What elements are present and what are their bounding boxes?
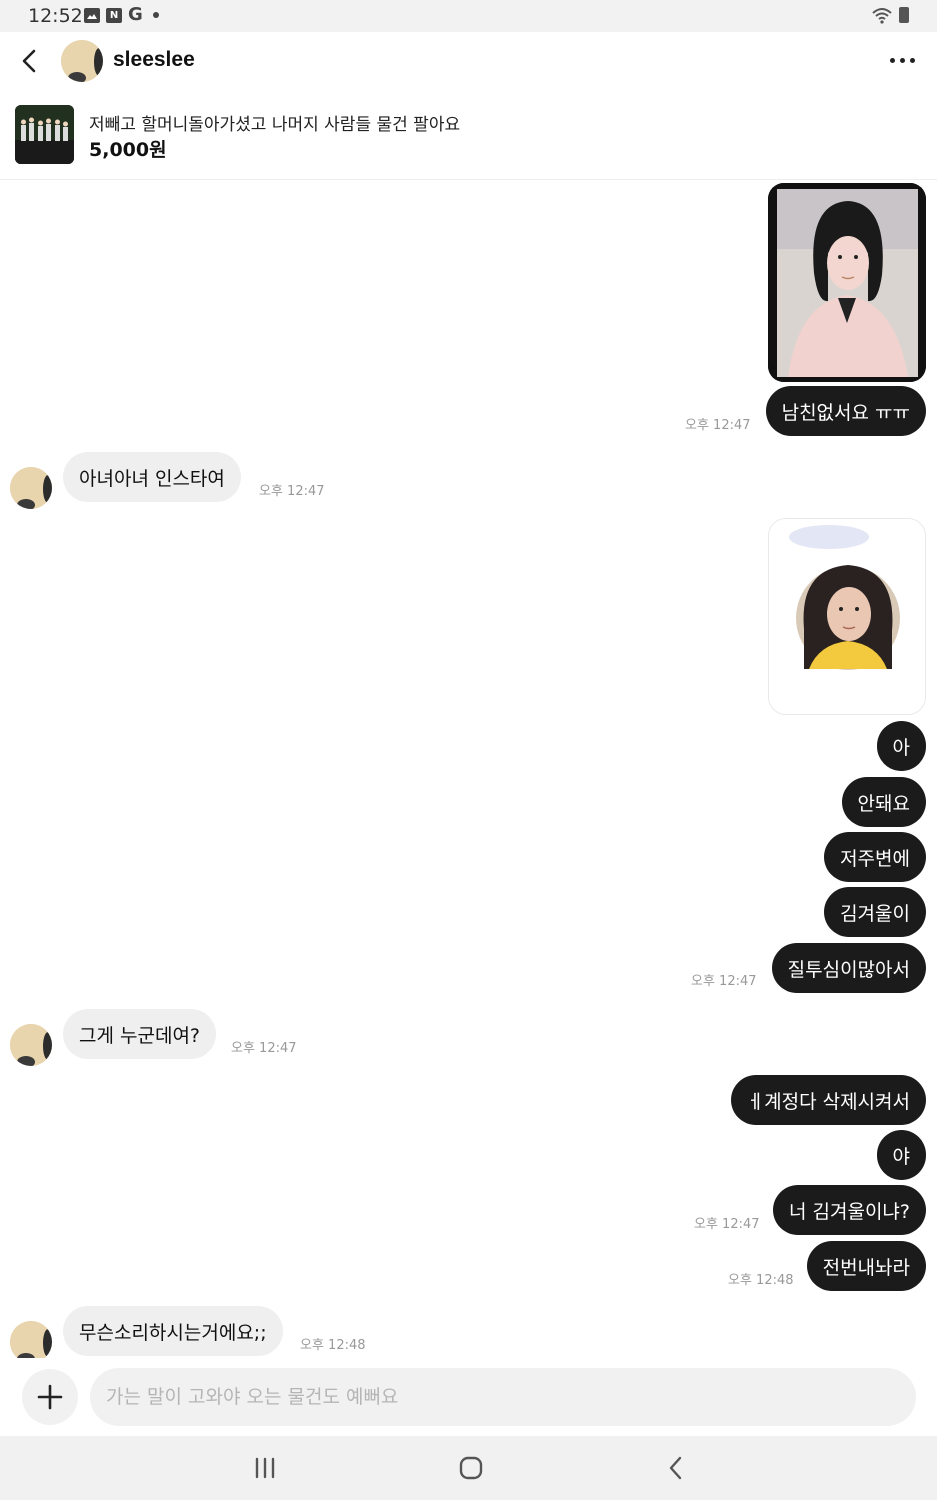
message-image[interactable] bbox=[768, 183, 926, 382]
recent-apps-button[interactable] bbox=[243, 1448, 287, 1488]
sender-avatar[interactable] bbox=[10, 1321, 52, 1358]
message-bubble-outgoing[interactable]: 저주변에 bbox=[824, 832, 926, 882]
more-icon bbox=[889, 57, 915, 63]
message-list[interactable]: 오후 12:47 남친없서요 ㅠㅠ 아녀아녀 인스타여 오후 12:47 아 안… bbox=[0, 180, 937, 1358]
chat-header: sleeslee bbox=[0, 32, 937, 92]
message-bubble-incoming[interactable]: 아녀아녀 인스타여 bbox=[63, 452, 241, 502]
message-bubble-incoming[interactable]: 그게 누군데여? bbox=[63, 1009, 217, 1059]
n-app-icon: N bbox=[106, 7, 122, 23]
message-time: 오후 12:47 bbox=[259, 484, 325, 499]
sender-avatar[interactable] bbox=[10, 1024, 52, 1066]
message-bubble-outgoing[interactable]: ㅔ계정다 삭제시켜서 bbox=[730, 1075, 926, 1125]
message-bubble-outgoing[interactable]: 남친없서요 ㅠㅠ bbox=[765, 386, 926, 436]
status-time: 12:52 bbox=[28, 5, 83, 27]
user-avatar[interactable] bbox=[61, 40, 103, 82]
message-bubble-outgoing[interactable]: 너 김겨울이냐? bbox=[772, 1185, 926, 1235]
sender-avatar[interactable] bbox=[10, 467, 52, 509]
more-button[interactable] bbox=[887, 50, 917, 70]
message-time: 오후 12:48 bbox=[300, 1338, 366, 1353]
message-bubble-outgoing[interactable]: 안돼요 bbox=[841, 777, 926, 827]
notification-dot-icon bbox=[152, 12, 159, 18]
home-icon bbox=[459, 1456, 483, 1480]
back-button[interactable] bbox=[14, 44, 48, 78]
system-nav-bar bbox=[0, 1436, 937, 1500]
wifi-icon bbox=[872, 8, 892, 24]
status-bar: 12:52 N G bbox=[0, 0, 937, 32]
message-bubble-outgoing[interactable]: 아 bbox=[876, 721, 926, 771]
message-image[interactable] bbox=[768, 518, 926, 715]
message-time: 오후 12:48 bbox=[728, 1273, 794, 1288]
message-time: 오후 12:47 bbox=[231, 1041, 297, 1056]
product-thumbnail[interactable] bbox=[15, 105, 74, 164]
product-price: 5,000원 bbox=[89, 139, 167, 161]
status-left-icons: N G bbox=[84, 4, 159, 25]
home-button[interactable] bbox=[449, 1448, 493, 1488]
image-icon bbox=[84, 7, 100, 23]
message-input[interactable] bbox=[90, 1368, 916, 1426]
system-back-button[interactable] bbox=[654, 1448, 698, 1488]
message-bubble-incoming[interactable]: 무슨소리하시는거에요;; bbox=[63, 1306, 283, 1356]
recent-apps-icon bbox=[255, 1457, 275, 1479]
google-icon: G bbox=[128, 4, 143, 25]
message-composer bbox=[0, 1358, 937, 1436]
message-bubble-outgoing[interactable]: 야 bbox=[876, 1130, 926, 1180]
attach-button[interactable] bbox=[22, 1369, 78, 1425]
plus-icon bbox=[37, 1384, 63, 1410]
message-time: 오후 12:47 bbox=[694, 1217, 760, 1232]
battery-icon bbox=[899, 7, 909, 23]
message-bubble-outgoing[interactable]: 전번내놔라 bbox=[806, 1241, 926, 1291]
product-title: 저빼고 할머니돌아가셨고 나머지 사람들 물건 팔아요 bbox=[89, 115, 461, 135]
status-right-icons bbox=[871, 6, 909, 24]
chevron-left-icon bbox=[669, 1456, 682, 1480]
message-bubble-outgoing[interactable]: 질투심이많아서 bbox=[771, 943, 926, 993]
product-summary[interactable]: 저빼고 할머니돌아가셨고 나머지 사람들 물건 팔아요 5,000원 bbox=[0, 92, 937, 180]
message-time: 오후 12:47 bbox=[691, 974, 757, 989]
username[interactable]: sleeslee bbox=[113, 48, 195, 72]
back-arrow-icon bbox=[22, 49, 36, 73]
message-time: 오후 12:47 bbox=[685, 418, 751, 433]
message-bubble-outgoing[interactable]: 김겨울이 bbox=[824, 887, 926, 937]
